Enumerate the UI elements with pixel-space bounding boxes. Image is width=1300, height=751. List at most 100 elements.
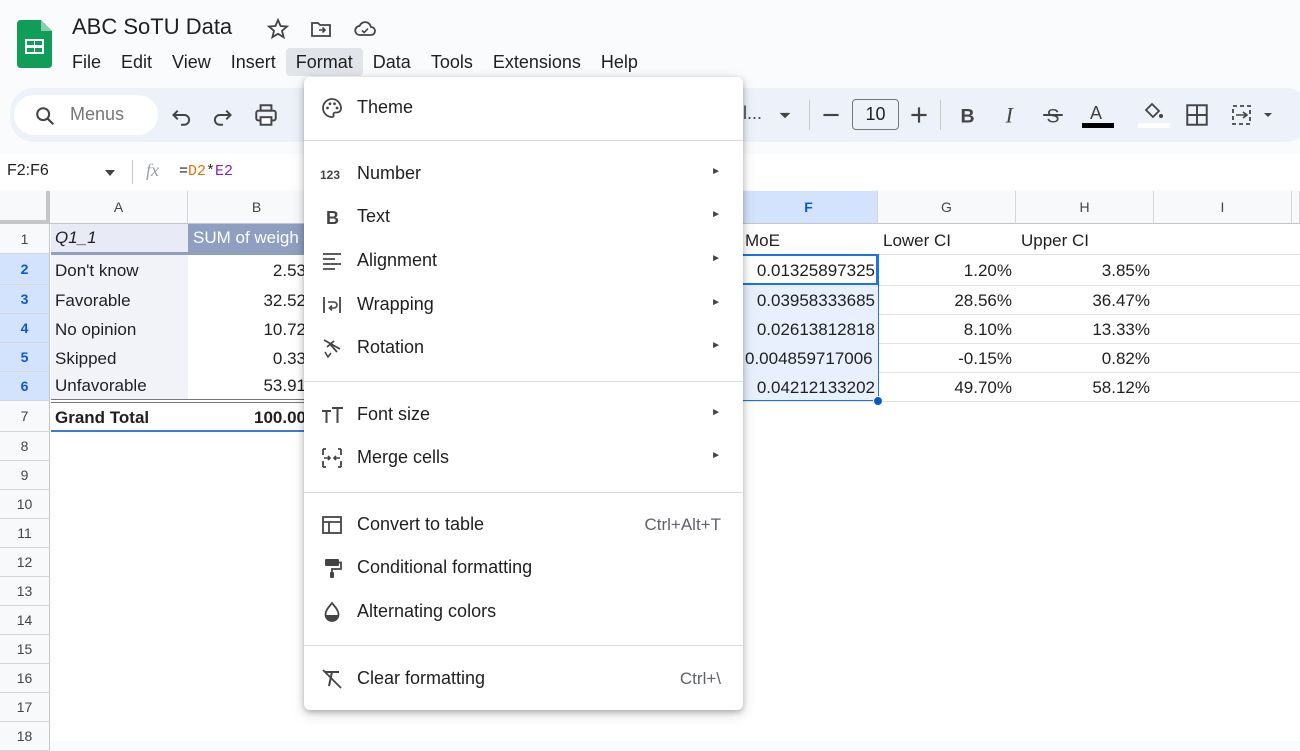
row-header-17[interactable]: 17 <box>0 693 50 722</box>
row-header-7[interactable]: 7 <box>0 401 50 432</box>
row-header-14[interactable]: 14 <box>0 606 50 635</box>
borders-icon[interactable] <box>1184 102 1210 128</box>
row-header-12[interactable]: 12 <box>0 548 50 577</box>
cell-f1[interactable]: MoE <box>745 231 780 251</box>
menu-item-conditional-formatting[interactable]: Conditional formatting <box>304 548 743 588</box>
cell-f2[interactable]: 0.01325897325 <box>745 261 875 281</box>
menu-format[interactable]: Format <box>285 48 363 76</box>
increase-font-size-icon[interactable] <box>906 102 932 128</box>
row-header-11[interactable]: 11 <box>0 519 50 548</box>
cell-a2[interactable]: Don't know <box>55 261 139 281</box>
cell-a5[interactable]: Skipped <box>55 349 116 369</box>
formula-input[interactable]: =D2*E2 <box>179 163 233 180</box>
menu-item-number[interactable]: 123 Number ► <box>304 154 743 194</box>
cell-h6[interactable]: 58.12% <box>1016 378 1150 398</box>
cell-g4[interactable]: 8.10% <box>878 320 1012 340</box>
text-color-icon[interactable]: A <box>1082 100 1114 130</box>
cell-h1[interactable]: Upper CI <box>1021 231 1089 251</box>
row-header-10[interactable]: 10 <box>0 490 50 519</box>
cell-h2[interactable]: 3.85% <box>1016 261 1150 281</box>
column-header-h[interactable]: H <box>1016 191 1154 224</box>
cell-b2[interactable]: 2.53 <box>188 261 306 281</box>
cell-h4[interactable]: 13.33% <box>1016 320 1150 340</box>
cell-b5[interactable]: 0.33 <box>188 349 306 369</box>
row-header-6[interactable]: 6 <box>0 372 50 401</box>
move-folder-icon[interactable] <box>309 17 333 41</box>
menu-item-theme[interactable]: Theme <box>304 88 743 128</box>
cell-h3[interactable]: 36.47% <box>1016 291 1150 311</box>
row-header-2[interactable]: 2 <box>0 254 50 285</box>
cell-f3[interactable]: 0.03958333685 <box>745 291 875 311</box>
row-header-5[interactable]: 5 <box>0 343 50 372</box>
row-header-15[interactable]: 15 <box>0 635 50 664</box>
cell-g3[interactable]: 28.56% <box>878 291 1012 311</box>
menu-tools[interactable]: Tools <box>421 48 483 76</box>
font-size-input[interactable]: 10 <box>852 99 899 130</box>
cell-b1[interactable]: SUM of weigh <box>193 228 304 248</box>
redo-icon[interactable] <box>210 102 236 128</box>
row-header-13[interactable]: 13 <box>0 577 50 606</box>
cell-g6[interactable]: 49.70% <box>878 378 1012 398</box>
strikethrough-icon[interactable]: S <box>1040 102 1066 128</box>
cell-a6[interactable]: Unfavorable <box>55 376 147 396</box>
column-header-j[interactable] <box>1292 191 1300 224</box>
cell-b7[interactable]: 100.00 <box>188 408 306 428</box>
cell-a1[interactable]: Q1_1 <box>55 228 97 248</box>
cell-b3[interactable]: 32.52 <box>188 291 306 311</box>
cloud-saved-icon[interactable] <box>353 17 377 41</box>
menu-insert[interactable]: Insert <box>221 48 286 76</box>
cell-h5[interactable]: 0.82% <box>1016 349 1150 369</box>
menu-file[interactable]: File <box>62 48 111 76</box>
menu-item-clear-formatting[interactable]: Clear formatting Ctrl+\ <box>304 659 743 699</box>
menu-item-text[interactable]: B Text ► <box>304 197 743 237</box>
print-icon[interactable] <box>253 102 279 128</box>
column-header-i[interactable]: I <box>1154 191 1292 224</box>
cell-g1[interactable]: Lower CI <box>883 231 951 251</box>
row-header-8[interactable]: 8 <box>0 432 50 461</box>
sheets-logo-icon[interactable] <box>17 20 52 68</box>
row-header-4[interactable]: 4 <box>0 314 50 343</box>
menu-view[interactable]: View <box>162 48 221 76</box>
menu-item-merge-cells[interactable]: Merge cells ► <box>304 438 743 478</box>
name-box-caret-icon[interactable] <box>103 166 117 180</box>
column-header-a[interactable]: A <box>50 191 188 224</box>
row-header-3[interactable]: 3 <box>0 285 50 314</box>
cell-f4[interactable]: 0.02613812818 <box>745 320 875 340</box>
font-family-select[interactable]: l... <box>743 103 762 124</box>
menu-item-rotation[interactable]: Rotation ► <box>304 328 743 368</box>
star-icon[interactable] <box>266 17 290 41</box>
cell-b6[interactable]: 53.91 <box>188 376 306 396</box>
bold-icon[interactable]: B <box>954 102 980 128</box>
row-header-16[interactable]: 16 <box>0 664 50 693</box>
cell-a3[interactable]: Favorable <box>55 291 131 311</box>
menu-item-font-size[interactable]: Font size ► <box>304 395 743 435</box>
cell-a4[interactable]: No opinion <box>55 320 136 340</box>
cell-b4[interactable]: 10.72 <box>188 320 306 340</box>
menus-search-input[interactable]: Menus <box>14 95 158 135</box>
row-header-9[interactable]: 9 <box>0 461 50 490</box>
cell-a7[interactable]: Grand Total <box>55 408 149 428</box>
menu-item-wrapping[interactable]: Wrapping ► <box>304 285 743 325</box>
menu-extensions[interactable]: Extensions <box>483 48 591 76</box>
menu-edit[interactable]: Edit <box>111 48 162 76</box>
undo-icon[interactable] <box>168 102 194 128</box>
row-header-18[interactable]: 18 <box>0 722 50 751</box>
menu-item-alignment[interactable]: Alignment ► <box>304 241 743 281</box>
cell-g5[interactable]: -0.15% <box>878 349 1012 369</box>
cell-g2[interactable]: 1.20% <box>878 261 1012 281</box>
menu-data[interactable]: Data <box>363 48 421 76</box>
column-header-g[interactable]: G <box>878 191 1016 224</box>
document-title[interactable]: ABC SoTU Data <box>72 14 232 40</box>
fill-color-icon[interactable] <box>1138 100 1170 130</box>
font-dropdown-caret-icon[interactable] <box>772 102 798 128</box>
decrease-font-size-icon[interactable] <box>818 102 844 128</box>
name-box[interactable]: F2:F6 <box>7 162 49 180</box>
merge-cells-icon[interactable] <box>1230 102 1278 128</box>
menu-help[interactable]: Help <box>591 48 648 76</box>
menu-item-alternating-colors[interactable]: Alternating colors <box>304 592 743 632</box>
column-header-f[interactable]: F <box>740 191 878 224</box>
italic-icon[interactable]: I <box>997 102 1023 128</box>
menu-item-convert-to-table[interactable]: Convert to table Ctrl+Alt+T <box>304 505 743 545</box>
select-all-corner[interactable] <box>0 191 50 224</box>
cell-f6[interactable]: 0.04212133202 <box>745 378 875 398</box>
